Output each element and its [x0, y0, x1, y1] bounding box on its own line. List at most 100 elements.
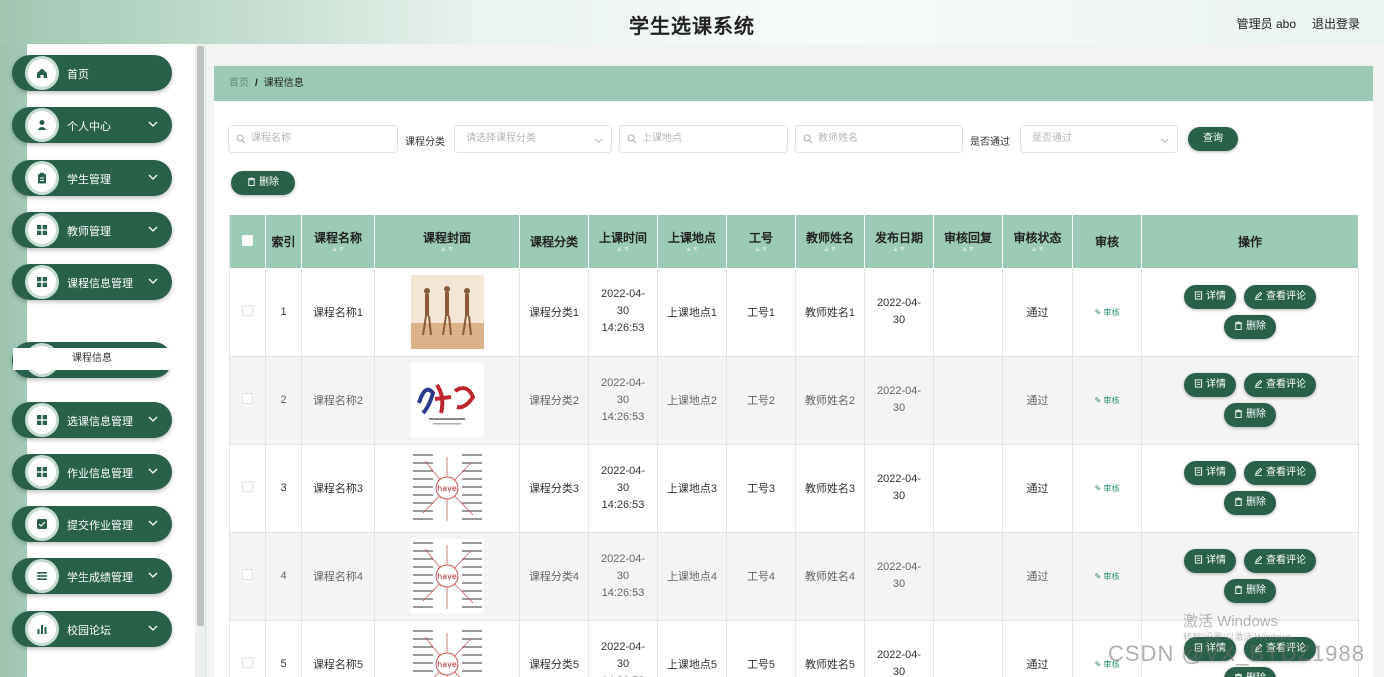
column-header-label: 工号 [748, 231, 773, 245]
cell-publish-date: 2022-04-30 [864, 268, 934, 357]
course-table: 索引 课程名称 ▲▼ 课程封面 ▲▼ 课程分类 上课时间 ▲▼ 上课地点 ▲▼ 工号 ▲▼ 教师姓名 ▲▼… [229, 215, 1359, 677]
cell-audit-status: 通过 [1002, 268, 1073, 357]
sidebar-item-10[interactable]: 学生成绩管理 [12, 558, 172, 594]
column-header-label: 教师姓名 [805, 231, 854, 245]
icon-badge [28, 59, 56, 87]
delete-label: 删除 [1246, 585, 1266, 596]
sort-caret-icon[interactable]: ▲▼ [865, 246, 933, 254]
column-header[interactable]: 索引 [265, 215, 302, 268]
course-name-input[interactable]: 课程名称 [228, 125, 398, 153]
icon-badge [28, 510, 56, 538]
row-select-cell[interactable] [229, 444, 266, 533]
row-select-cell[interactable] [229, 532, 266, 621]
view-comments-button[interactable]: 查看评论 [1244, 284, 1316, 309]
audit-link[interactable]: ✎ 审核 [1095, 572, 1120, 581]
row-checkbox[interactable] [242, 304, 253, 316]
row-checkbox[interactable] [242, 393, 253, 404]
audit-link[interactable]: ✎ 审核 [1095, 484, 1120, 493]
row-checkbox[interactable] [242, 569, 253, 580]
row-select-cell[interactable] [229, 620, 266, 677]
sort-caret-icon[interactable]: ▲▼ [589, 246, 657, 254]
trash-icon [1234, 497, 1243, 506]
comments-label: 查看评论 [1266, 379, 1306, 390]
column-header[interactable]: 工号 ▲▼ [726, 215, 796, 268]
detail-button[interactable]: 详情 [1184, 373, 1236, 397]
sort-caret-icon[interactable]: ▲▼ [302, 246, 374, 254]
sidebar-item-11[interactable]: 校园论坛 [12, 611, 172, 647]
delete-button[interactable]: 删除 [1224, 667, 1276, 677]
category-select[interactable]: 请选择课程分类 [454, 125, 612, 153]
column-header[interactable]: 教师姓名 ▲▼ [795, 215, 865, 268]
sidebar-item-2[interactable]: 个人中心 [12, 107, 172, 143]
column-header: 审核 [1072, 215, 1142, 268]
sort-caret-icon[interactable]: ▲▼ [796, 246, 864, 254]
sidebar-item-7[interactable]: 选课信息管理 [12, 402, 172, 438]
audit-link[interactable]: ✎ 审核 [1095, 396, 1120, 405]
delete-button[interactable]: 删除 [1224, 491, 1276, 515]
row-checkbox[interactable] [242, 657, 253, 668]
column-header[interactable]: 上课时间 ▲▼ [588, 215, 658, 268]
course-cover-image [410, 363, 484, 437]
sidebar-item-9[interactable]: 提交作业管理 [12, 506, 172, 542]
column-header[interactable]: 发布日期 ▲▼ [864, 215, 934, 268]
column-header-label: 发布日期 [874, 231, 923, 245]
detail-label: 详情 [1206, 467, 1226, 478]
row-select-cell[interactable] [229, 268, 266, 357]
column-header[interactable]: 课程分类 [519, 215, 589, 268]
breadcrumb-home[interactable]: 首页 [229, 78, 249, 89]
select-all-header[interactable] [229, 215, 266, 268]
sort-caret-icon[interactable]: ▲▼ [1003, 246, 1072, 254]
logout-link[interactable]: 退出登录 [1312, 15, 1360, 32]
table-row: 4 课程名称4 have 课程分类4 2022-04-30 14:26:53 上课地点4 工… [229, 532, 1359, 621]
sort-caret-icon[interactable]: ▲▼ [375, 246, 519, 254]
bulk-delete-button[interactable]: 删除 [231, 171, 295, 195]
delete-label: 删除 [1246, 409, 1266, 420]
teacher-name-input[interactable]: 教师姓名 [795, 125, 963, 153]
sidebar-item-1[interactable]: 首页 [12, 55, 172, 91]
column-header[interactable]: 课程封面 ▲▼ [374, 215, 520, 268]
sidebar-subitem-course-info[interactable]: 课程信息 [13, 348, 195, 370]
row-select-cell[interactable] [229, 356, 266, 445]
sort-caret-icon[interactable]: ▲▼ [658, 246, 726, 254]
sort-caret-icon[interactable]: ▲▼ [934, 246, 1002, 254]
cell-audit: ✎ 审核 [1072, 444, 1142, 533]
column-header[interactable]: 上课地点 ▲▼ [657, 215, 727, 268]
passed-select[interactable]: 是否通过 [1020, 125, 1178, 153]
grid-icon [37, 225, 47, 235]
cell-index: 2 [265, 356, 302, 445]
course-name-placeholder: 课程名称 [251, 133, 291, 144]
cell-class-time: 2022-04-30 14:26:53 [588, 620, 658, 677]
column-header[interactable]: 审核状态 ▲▼ [1002, 215, 1073, 268]
sidebar-item-label: 课程信息管理 [67, 278, 133, 290]
sort-caret-icon[interactable]: ▲▼ [727, 246, 795, 254]
view-comments-button[interactable]: 查看评论 [1244, 549, 1316, 573]
column-header-label: 操作 [1237, 235, 1262, 249]
delete-button[interactable]: 删除 [1224, 579, 1276, 603]
query-button[interactable]: 查询 [1188, 127, 1238, 151]
trash-icon [247, 177, 256, 186]
sidebar-item-4[interactable]: 教师管理 [12, 212, 172, 248]
column-header[interactable]: 审核回复 ▲▼ [933, 215, 1003, 268]
sidebar-item-3[interactable]: 学生管理 [12, 160, 172, 196]
column-header[interactable]: 课程名称 ▲▼ [301, 215, 375, 268]
view-comments-button[interactable]: 查看评论 [1244, 373, 1316, 397]
search-icon [627, 134, 637, 144]
delete-button[interactable]: 删除 [1224, 403, 1276, 427]
sidebar-item-8[interactable]: 作业信息管理 [12, 454, 172, 490]
row-checkbox[interactable] [242, 481, 253, 492]
view-comments-button[interactable]: 查看评论 [1244, 461, 1316, 485]
delete-button[interactable]: 删除 [1224, 314, 1276, 339]
icon-badge [28, 268, 56, 296]
detail-button[interactable]: 详情 [1184, 284, 1236, 309]
cell-location: 上课地点4 [657, 532, 727, 621]
location-placeholder: 上课地点 [642, 133, 682, 144]
detail-button[interactable]: 详情 [1184, 549, 1236, 573]
delete-label: 删除 [1246, 320, 1266, 332]
audit-link[interactable]: ✎ 审核 [1095, 308, 1120, 317]
detail-button[interactable]: 详情 [1184, 461, 1236, 485]
location-input[interactable]: 上课地点 [619, 125, 788, 153]
select-all-checkbox[interactable] [242, 234, 253, 246]
icon-badge [28, 562, 56, 590]
sidebar-scroll-thumb[interactable] [197, 46, 204, 626]
sidebar-item-5[interactable]: 课程信息管理 [12, 264, 172, 300]
